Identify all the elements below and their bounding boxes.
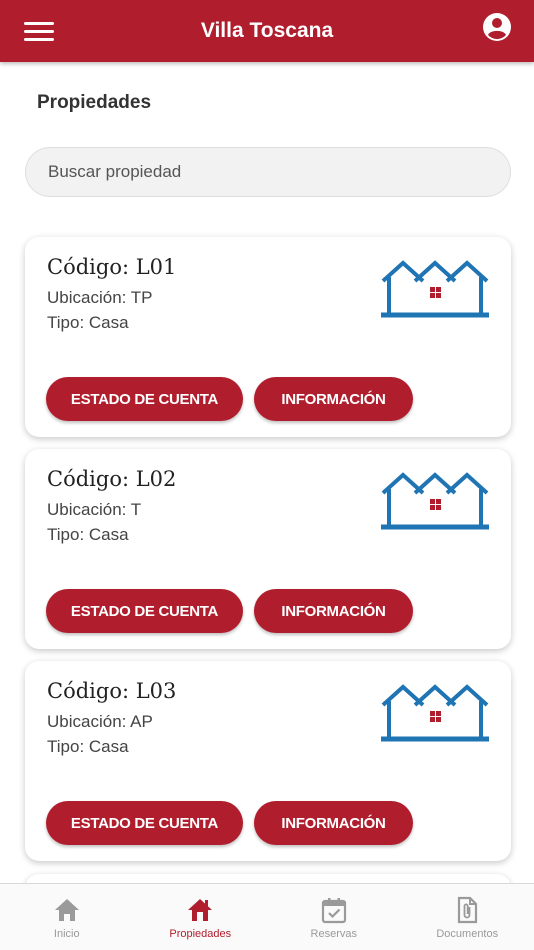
- houses-icon: [381, 684, 489, 742]
- main-content: Propiedades Código: L01 Ubicación: TP Ti…: [0, 62, 534, 883]
- bottom-navigation: Inicio Propiedades Reservas Documentos: [0, 883, 534, 950]
- hamburger-menu-icon[interactable]: [24, 17, 54, 45]
- information-button[interactable]: INFORMACIÓN: [254, 801, 413, 845]
- nav-label: Inicio: [53, 928, 80, 940]
- calendar-check-icon: [321, 898, 346, 924]
- property-card: Código: L01 Ubicación: TP Tipo: Casa EST…: [25, 237, 511, 437]
- property-code: Código: L02: [47, 467, 177, 491]
- nav-label: Reservas: [310, 928, 357, 940]
- app-bar: Villa Toscana: [0, 0, 534, 62]
- property-location: Ubicación: T: [47, 500, 142, 519]
- search-input[interactable]: [25, 147, 511, 197]
- nav-item-propiedades[interactable]: Propiedades: [134, 884, 268, 950]
- property-card-partial: [25, 874, 511, 883]
- account-statement-button[interactable]: ESTADO DE CUENTA: [46, 801, 243, 845]
- house-icon: [188, 899, 213, 921]
- page-title: Propiedades: [37, 92, 152, 113]
- nav-label: Propiedades: [169, 928, 232, 940]
- home-icon: [54, 899, 79, 921]
- property-location: Ubicación: TP: [47, 288, 153, 307]
- property-type: Tipo: Casa: [47, 525, 129, 544]
- houses-icon: [381, 472, 489, 530]
- account-statement-button[interactable]: ESTADO DE CUENTA: [46, 377, 243, 421]
- nav-item-inicio[interactable]: Inicio: [0, 884, 134, 950]
- account-circle-icon[interactable]: [482, 12, 512, 42]
- account-statement-button[interactable]: ESTADO DE CUENTA: [46, 589, 243, 633]
- property-card: Código: L03 Ubicación: AP Tipo: Casa EST…: [25, 661, 511, 861]
- houses-icon: [381, 260, 489, 318]
- document-clip-icon: [458, 896, 478, 924]
- information-button[interactable]: INFORMACIÓN: [254, 377, 413, 421]
- nav-label: Documentos: [436, 928, 499, 940]
- property-code: Código: L03: [47, 679, 177, 703]
- property-card: Código: L02 Ubicación: T Tipo: Casa ESTA…: [25, 449, 511, 649]
- property-code: Código: L01: [47, 255, 177, 279]
- property-location: Ubicación: AP: [47, 712, 153, 731]
- information-button[interactable]: INFORMACIÓN: [254, 589, 413, 633]
- property-type: Tipo: Casa: [47, 737, 129, 756]
- property-type: Tipo: Casa: [47, 313, 129, 332]
- app-title: Villa Toscana: [200, 19, 334, 42]
- nav-item-documentos[interactable]: Documentos: [401, 884, 534, 950]
- nav-item-reservas[interactable]: Reservas: [267, 884, 401, 950]
